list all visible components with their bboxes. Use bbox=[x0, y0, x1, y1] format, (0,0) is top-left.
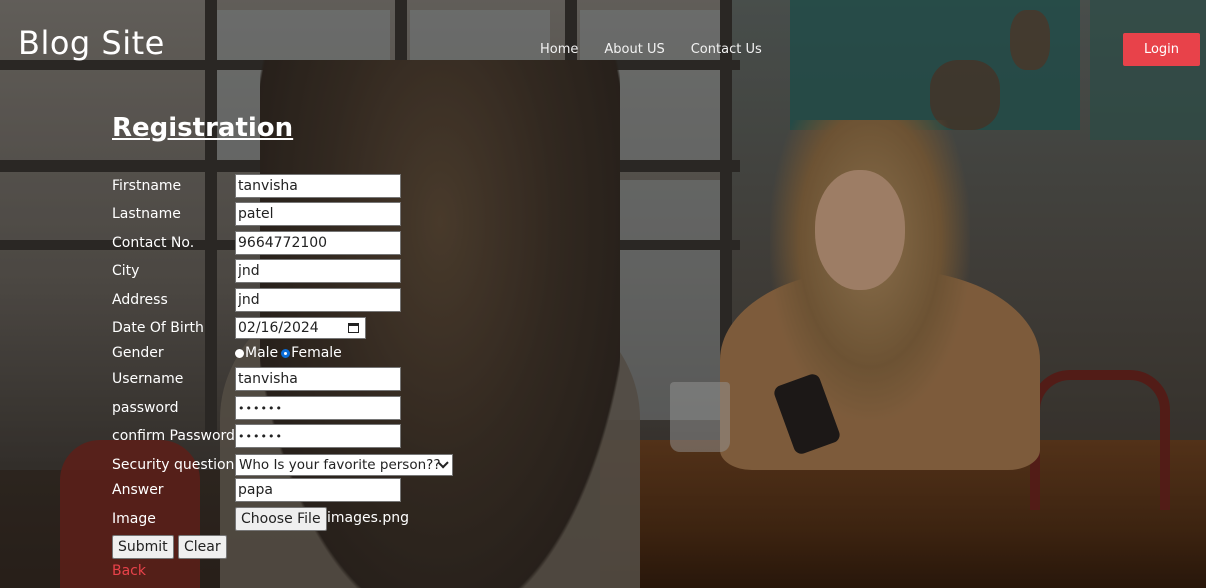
back-link[interactable]: Back bbox=[112, 563, 146, 579]
password-label: password bbox=[112, 400, 179, 416]
gender-female-label[interactable]: Female bbox=[291, 345, 342, 361]
nav-about-us[interactable]: About US bbox=[604, 42, 664, 57]
dob-value: 02/16/2024 bbox=[238, 320, 319, 336]
address-label: Address bbox=[112, 292, 168, 308]
security-question-label: Security question bbox=[112, 457, 235, 473]
gender-radio-group: Male Female bbox=[235, 345, 342, 361]
security-question-select[interactable]: Who Is your favorite person?? bbox=[235, 454, 453, 476]
answer-label: Answer bbox=[112, 482, 164, 498]
gender-label: Gender bbox=[112, 345, 164, 361]
firstname-label: Firstname bbox=[112, 178, 182, 194]
city-input[interactable] bbox=[235, 259, 401, 283]
username-label: Username bbox=[112, 371, 184, 387]
page-title: Registration bbox=[112, 113, 294, 143]
file-name: images.png bbox=[327, 510, 409, 526]
contact-label: Contact No. bbox=[112, 235, 195, 251]
security-question-value: Who Is your favorite person?? bbox=[239, 457, 441, 473]
gender-female-radio[interactable] bbox=[281, 348, 291, 358]
contact-input[interactable] bbox=[235, 231, 401, 255]
confirm-password-input[interactable]: •••••• bbox=[235, 424, 401, 448]
lastname-label: Lastname bbox=[112, 206, 181, 222]
answer-input[interactable] bbox=[235, 478, 401, 502]
gender-male-radio[interactable] bbox=[235, 348, 244, 358]
address-input[interactable] bbox=[235, 288, 401, 312]
choose-file-button[interactable]: Choose File bbox=[235, 507, 327, 531]
login-button[interactable]: Login bbox=[1123, 33, 1200, 66]
clear-button[interactable]: Clear bbox=[178, 535, 227, 559]
image-label: Image bbox=[112, 511, 156, 527]
dob-input[interactable]: 02/16/2024 bbox=[235, 317, 366, 339]
nav-contact-us[interactable]: Contact Us bbox=[691, 42, 762, 57]
nav-home[interactable]: Home bbox=[540, 42, 578, 57]
confirm-password-label: confirm Password bbox=[112, 428, 235, 444]
password-input[interactable]: •••••• bbox=[235, 396, 401, 420]
submit-button[interactable]: Submit bbox=[112, 535, 174, 559]
dob-label: Date Of Birth bbox=[112, 320, 204, 336]
lastname-input[interactable] bbox=[235, 202, 401, 226]
main-nav: Home About US Contact Us bbox=[540, 42, 762, 57]
username-input[interactable] bbox=[235, 367, 401, 391]
site-logo[interactable]: Blog Site bbox=[18, 24, 165, 62]
firstname-input[interactable] bbox=[235, 174, 401, 198]
calendar-icon[interactable] bbox=[348, 323, 359, 333]
city-label: City bbox=[112, 263, 140, 279]
gender-male-label[interactable]: Male bbox=[245, 345, 278, 361]
